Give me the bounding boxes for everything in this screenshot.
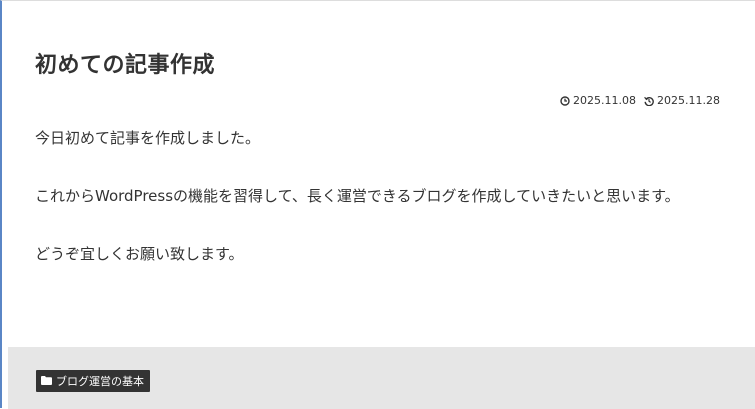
category-tag-link[interactable]: ブログ運営の基本 [36, 370, 150, 392]
clock-icon [560, 95, 570, 106]
page-frame: 初めての記事作成 2025.11.08 2025.11.28 今日初めて記事を作… [0, 0, 755, 409]
updated-date: 2025.11.28 [644, 94, 720, 107]
article-title: 初めての記事作成 [35, 53, 216, 78]
category-label: ブログ運営の基本 [56, 375, 144, 388]
published-date: 2025.11.08 [560, 94, 636, 107]
article-paragraph: どうぞ宜しくお願い致します。 [35, 245, 244, 263]
folder-icon [41, 375, 52, 388]
article-body: 今日初めて記事を作成しました。 これからWordPressの機能を習得して、長く… [35, 124, 715, 298]
article-paragraph: これからWordPressの機能を習得して、長く運営できるブログを作成していきた… [35, 187, 680, 205]
history-icon [644, 96, 654, 106]
article-footer: ブログ運営の基本 [8, 347, 755, 409]
article-meta: 2025.11.08 2025.11.28 [560, 94, 720, 107]
article-card: 初めての記事作成 2025.11.08 2025.11.28 今日初めて記事を作… [8, 2, 755, 347]
published-date-text: 2025.11.08 [573, 94, 637, 107]
article-paragraph: 今日初めて記事を作成しました。 [35, 129, 261, 147]
updated-date-text: 2025.11.28 [657, 94, 720, 107]
